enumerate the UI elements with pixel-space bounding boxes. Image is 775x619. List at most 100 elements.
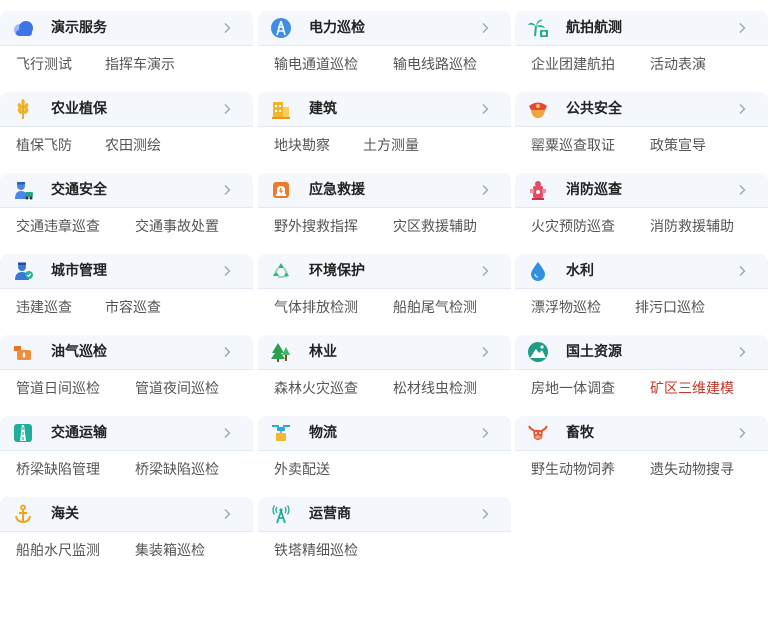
- category-link[interactable]: 指挥车演示: [105, 56, 175, 74]
- category-link[interactable]: 市容巡查: [105, 299, 161, 317]
- chevron-right-icon[interactable]: [736, 346, 748, 358]
- category-link[interactable]: 消防救援辅助: [650, 218, 734, 236]
- category-link[interactable]: 桥梁缺陷管理: [16, 461, 100, 479]
- category-link[interactable]: 森林火灾巡查: [274, 380, 358, 398]
- chevron-right-icon[interactable]: [221, 103, 233, 115]
- category-card: 农业植保植保飞防 农田测绘: [0, 92, 253, 162]
- category-header[interactable]: 交通运输: [0, 416, 253, 451]
- category-header[interactable]: 交通安全: [0, 173, 253, 208]
- building-icon: [270, 98, 292, 120]
- category-link[interactable]: 火灾预防巡查: [531, 218, 615, 236]
- category-header[interactable]: 海关: [0, 497, 253, 532]
- category-link[interactable]: 政策宣导: [650, 137, 706, 155]
- chevron-right-icon[interactable]: [479, 184, 491, 196]
- category-link[interactable]: 飞行测试: [16, 56, 72, 74]
- chevron-right-icon[interactable]: [221, 508, 233, 520]
- mountain-icon: [527, 341, 549, 363]
- category-title: 畜牧: [566, 425, 594, 441]
- category-header[interactable]: 畜牧: [515, 416, 768, 451]
- category-header[interactable]: 水利: [515, 254, 768, 289]
- chevron-right-icon[interactable]: [479, 427, 491, 439]
- category-card: 航拍航测企业团建航拍 活动表演: [515, 11, 768, 81]
- category-link[interactable]: 地块勘察: [274, 137, 330, 155]
- category-title: 运营商: [309, 506, 351, 522]
- chevron-right-icon[interactable]: [479, 346, 491, 358]
- power-tower-icon: [270, 17, 292, 39]
- category-title: 城市管理: [51, 263, 107, 279]
- category-header[interactable]: 物流: [258, 416, 511, 451]
- category-header[interactable]: 建筑: [258, 92, 511, 127]
- category-link[interactable]: 活动表演: [650, 56, 706, 74]
- category-header[interactable]: 运营商: [258, 497, 511, 532]
- category-link[interactable]: 船舶尾气检测: [393, 299, 477, 317]
- category-link[interactable]: 房地一体调查: [531, 380, 615, 398]
- chevron-right-icon[interactable]: [736, 184, 748, 196]
- category-link[interactable]: 漂浮物巡检: [531, 299, 601, 317]
- category-link[interactable]: 管道日间巡检: [16, 380, 100, 398]
- category-header[interactable]: 油气巡检: [0, 335, 253, 370]
- category-header[interactable]: 环境保护: [258, 254, 511, 289]
- category-link[interactable]: 野外搜救指挥: [274, 218, 358, 236]
- category-title: 消防巡查: [566, 182, 622, 198]
- category-link[interactable]: 管道夜间巡检: [135, 380, 219, 398]
- category-link[interactable]: 交通违章巡查: [16, 218, 100, 236]
- category-link[interactable]: 交通事故处置: [135, 218, 219, 236]
- drone-package-icon: [270, 422, 292, 444]
- category-link[interactable]: 桥梁缺陷巡检: [135, 461, 219, 479]
- category-title: 国土资源: [566, 344, 622, 360]
- category-link[interactable]: 野生动物饲养: [531, 461, 615, 479]
- chevron-right-icon[interactable]: [221, 427, 233, 439]
- category-header[interactable]: 国土资源: [515, 335, 768, 370]
- category-link[interactable]: 违建巡查: [16, 299, 72, 317]
- category-link[interactable]: 罂粟巡查取证: [531, 137, 615, 155]
- category-link[interactable]: 输电通道巡检: [274, 56, 358, 74]
- category-link[interactable]: 企业团建航拍: [531, 56, 615, 74]
- category-link[interactable]: 农田测绘: [105, 137, 161, 155]
- category-link[interactable]: 外卖配送: [274, 461, 330, 479]
- category-link[interactable]: 灾区救援辅助: [393, 218, 477, 236]
- chevron-right-icon[interactable]: [479, 103, 491, 115]
- category-card: 国土资源房地一体调查 矿区三维建模: [515, 335, 768, 405]
- category-title: 电力巡检: [309, 20, 365, 36]
- category-link[interactable]: 遗失动物搜寻: [650, 461, 734, 479]
- category-header[interactable]: 演示服务: [0, 11, 253, 46]
- recycle-icon: [270, 260, 292, 282]
- chevron-right-icon[interactable]: [221, 184, 233, 196]
- category-card: 物流外卖配送: [258, 416, 511, 486]
- category-header[interactable]: 农业植保: [0, 92, 253, 127]
- category-link[interactable]: 船舶水尺监测: [16, 542, 100, 560]
- category-link[interactable]: 矿区三维建模: [650, 380, 734, 398]
- cloud-icon: [12, 17, 34, 39]
- chevron-right-icon[interactable]: [221, 346, 233, 358]
- category-header[interactable]: 公共安全: [515, 92, 768, 127]
- category-link[interactable]: 土方测量: [363, 137, 419, 155]
- chevron-right-icon[interactable]: [736, 427, 748, 439]
- category-header[interactable]: 航拍航测: [515, 11, 768, 46]
- cattle-icon: [527, 422, 549, 444]
- category-link[interactable]: 集装箱巡检: [135, 542, 205, 560]
- category-header[interactable]: 城市管理: [0, 254, 253, 289]
- wheat-icon: [12, 98, 34, 120]
- category-link[interactable]: 气体排放检测: [274, 299, 358, 317]
- category-header[interactable]: 应急救援: [258, 173, 511, 208]
- category-header[interactable]: 林业: [258, 335, 511, 370]
- category-link[interactable]: 植保飞防: [16, 137, 72, 155]
- category-card: 油气巡检管道日间巡检 管道夜间巡检: [0, 335, 253, 405]
- chevron-right-icon[interactable]: [221, 265, 233, 277]
- chevron-right-icon[interactable]: [479, 265, 491, 277]
- category-link[interactable]: 铁塔精细巡检: [274, 542, 358, 560]
- category-title: 建筑: [309, 101, 337, 117]
- chevron-right-icon[interactable]: [736, 103, 748, 115]
- chevron-right-icon[interactable]: [221, 22, 233, 34]
- category-header[interactable]: 电力巡检: [258, 11, 511, 46]
- category-link[interactable]: 松材线虫检测: [393, 380, 477, 398]
- category-title: 海关: [51, 506, 79, 522]
- category-card: 交通安全交通违章巡查 交通事故处置: [0, 173, 253, 243]
- category-header[interactable]: 消防巡查: [515, 173, 768, 208]
- chevron-right-icon[interactable]: [736, 22, 748, 34]
- chevron-right-icon[interactable]: [479, 508, 491, 520]
- category-link[interactable]: 排污口巡检: [635, 299, 705, 317]
- chevron-right-icon[interactable]: [736, 265, 748, 277]
- chevron-right-icon[interactable]: [479, 22, 491, 34]
- category-link[interactable]: 输电线路巡检: [393, 56, 477, 74]
